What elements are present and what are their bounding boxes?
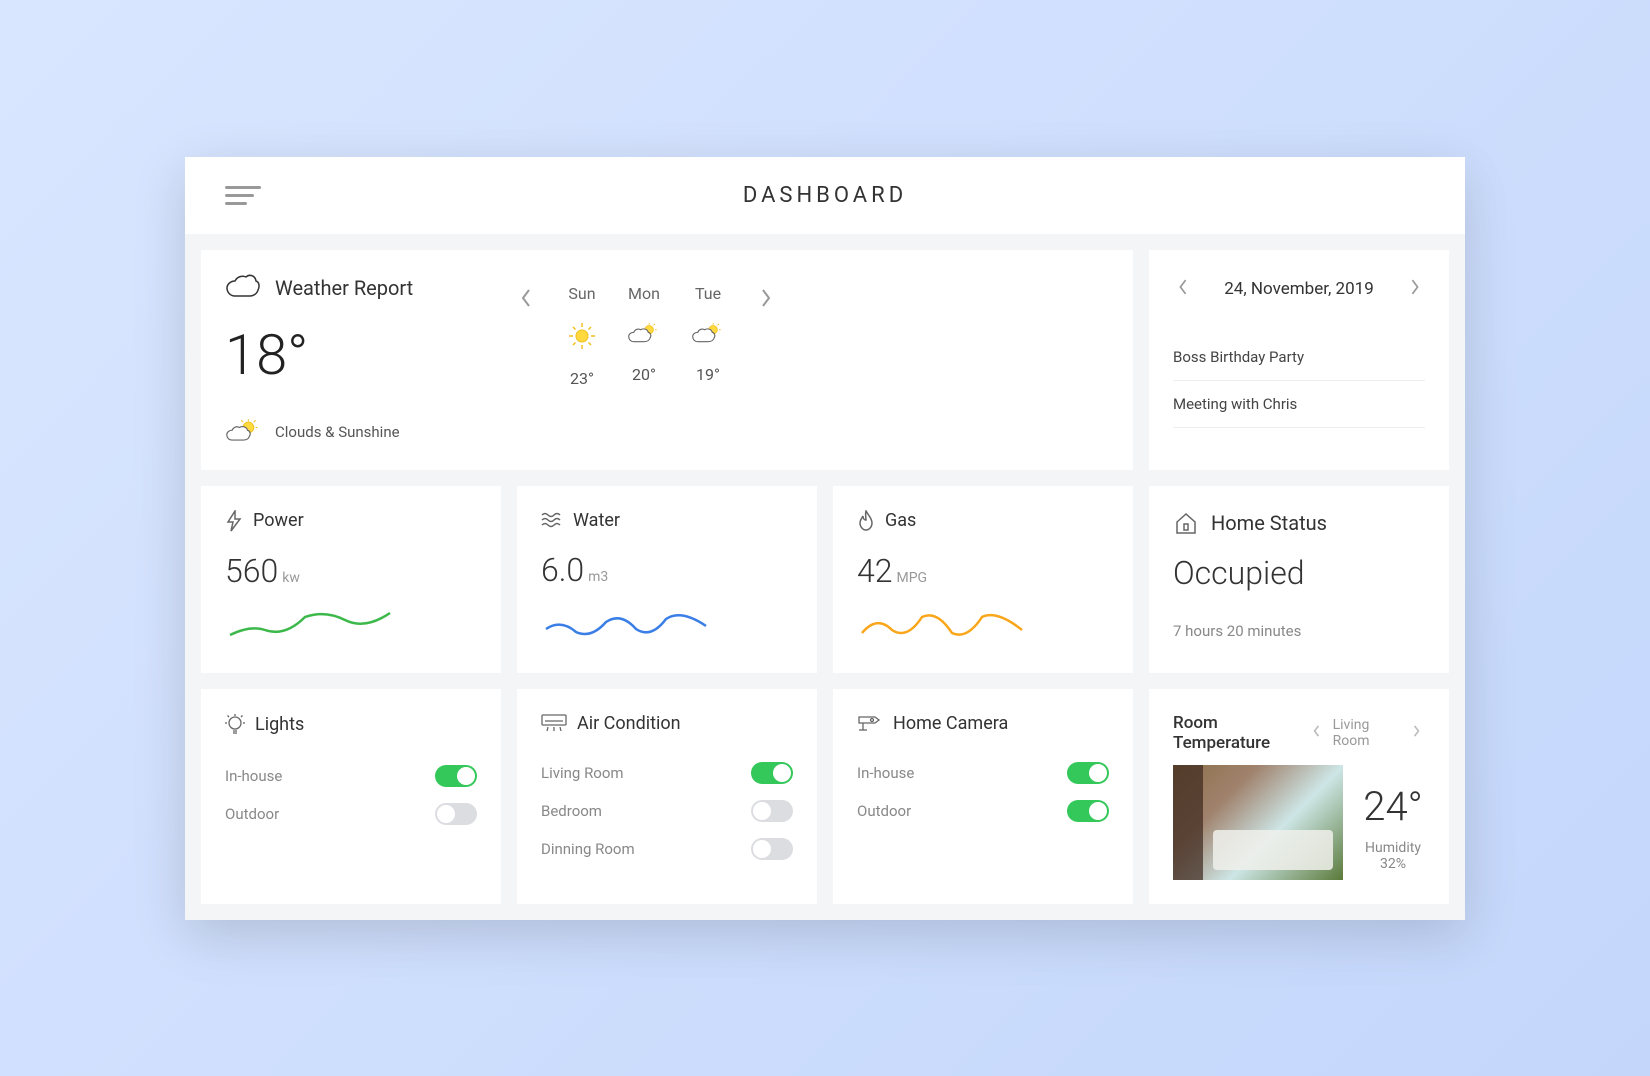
water-sparkline (541, 604, 711, 644)
forecast-prev-button[interactable] (515, 284, 537, 316)
lights-row-0: In-house (225, 757, 477, 795)
power-value: 560 (225, 552, 278, 590)
ac-icon (541, 714, 567, 732)
gas-card[interactable]: Gas 42MPG (833, 486, 1133, 673)
lights-row-1: Outdoor (225, 795, 477, 833)
camera-row-1: Outdoor (857, 792, 1109, 830)
partly-cloudy-icon (627, 321, 661, 347)
ac-toggle-dinningroom[interactable] (751, 838, 793, 860)
home-status-value: Occupied (1173, 554, 1425, 592)
power-unit: kw (282, 570, 300, 586)
flame-icon (857, 510, 875, 532)
forecast-day-0: Sun 23° (567, 284, 597, 388)
ac-toggle-bedroom[interactable] (751, 800, 793, 822)
chevron-left-icon (1177, 278, 1189, 296)
weather-title: Weather Report (275, 276, 413, 300)
calendar-card: 24, November, 2019 Boss Birthday Party M… (1149, 250, 1449, 470)
camera-title: Home Camera (893, 713, 1008, 734)
chevron-right-icon (1412, 724, 1421, 738)
power-card[interactable]: Power 560kw (201, 486, 501, 673)
camera-row-0: In-house (857, 754, 1109, 792)
app-frame: DASHBOARD Weather Report 18° Clouds & Su… (185, 157, 1465, 920)
water-value: 6.0 (541, 551, 584, 589)
sunny-icon (567, 321, 597, 351)
room-name: Living Room (1333, 717, 1400, 749)
gas-value: 42 (857, 552, 893, 590)
ac-row-1: Bedroom (541, 792, 793, 830)
menu-icon[interactable] (225, 181, 261, 210)
chevron-right-icon (1409, 278, 1421, 296)
lights-card: Lights In-house Outdoor (201, 689, 501, 904)
camera-toggle-outdoor[interactable] (1067, 800, 1109, 822)
home-icon (1173, 510, 1199, 536)
ac-row-0: Living Room (541, 754, 793, 792)
power-title: Power (253, 510, 304, 531)
camera-icon (857, 714, 883, 732)
home-status-duration: 7 hours 20 minutes (1173, 622, 1425, 640)
calendar-date: 24, November, 2019 (1224, 279, 1374, 299)
camera-card: Home Camera In-house Outdoor (833, 689, 1133, 904)
page-title: DASHBOARD (743, 183, 907, 208)
water-card[interactable]: Water 6.0m3 (517, 486, 817, 673)
water-title: Water (573, 510, 620, 531)
chevron-right-icon (759, 288, 773, 308)
waves-icon (541, 512, 563, 528)
content-grid: Weather Report 18° Clouds & Sunshine Sun… (185, 234, 1465, 920)
ac-row-2: Dinning Room (541, 830, 793, 868)
gas-unit: MPG (897, 570, 928, 586)
room-temp-title: Room Temperature (1173, 713, 1308, 753)
forecast-day-2: Tue 19° (691, 284, 725, 384)
calendar-next-button[interactable] (1405, 274, 1425, 304)
home-status-title: Home Status (1211, 511, 1327, 535)
gas-title: Gas (885, 510, 916, 531)
calendar-event[interactable]: Meeting with Chris (1173, 381, 1425, 428)
chevron-left-icon (519, 288, 533, 308)
forecast-next-button[interactable] (755, 284, 777, 316)
home-status-card: Home Status Occupied 7 hours 20 minutes (1149, 486, 1449, 673)
partly-cloudy-icon (691, 321, 725, 347)
weather-card: Weather Report 18° Clouds & Sunshine Sun… (201, 250, 1133, 470)
room-photo (1173, 765, 1343, 880)
chevron-left-icon (1312, 724, 1321, 738)
lights-toggle-inhouse[interactable] (435, 765, 477, 787)
weather-current-temp: 18° (225, 322, 475, 388)
partly-cloudy-icon (225, 418, 261, 446)
lights-toggle-outdoor[interactable] (435, 803, 477, 825)
ac-toggle-livingroom[interactable] (751, 762, 793, 784)
ac-card: Air Condition Living Room Bedroom Dinnin… (517, 689, 817, 904)
lights-title: Lights (255, 714, 304, 735)
cloud-icon (225, 274, 261, 302)
calendar-event[interactable]: Boss Birthday Party (1173, 334, 1425, 381)
camera-toggle-inhouse[interactable] (1067, 762, 1109, 784)
calendar-prev-button[interactable] (1173, 274, 1193, 304)
room-next-button[interactable] (1408, 720, 1425, 746)
weather-condition-text: Clouds & Sunshine (275, 423, 400, 441)
gas-sparkline (857, 605, 1027, 645)
room-temperature-value: 24° (1361, 783, 1425, 830)
room-temp-card: Room Temperature Living Room 24° Humidit… (1149, 689, 1449, 904)
room-prev-button[interactable] (1308, 720, 1325, 746)
header: DASHBOARD (185, 157, 1465, 234)
room-humidity: Humidity 32% (1361, 840, 1425, 872)
bolt-icon (225, 510, 243, 532)
forecast-day-1: Mon 20° (627, 284, 661, 384)
ac-title: Air Condition (577, 713, 681, 734)
bulb-icon (225, 713, 245, 737)
power-sparkline (225, 605, 395, 645)
water-unit: m3 (588, 569, 608, 585)
